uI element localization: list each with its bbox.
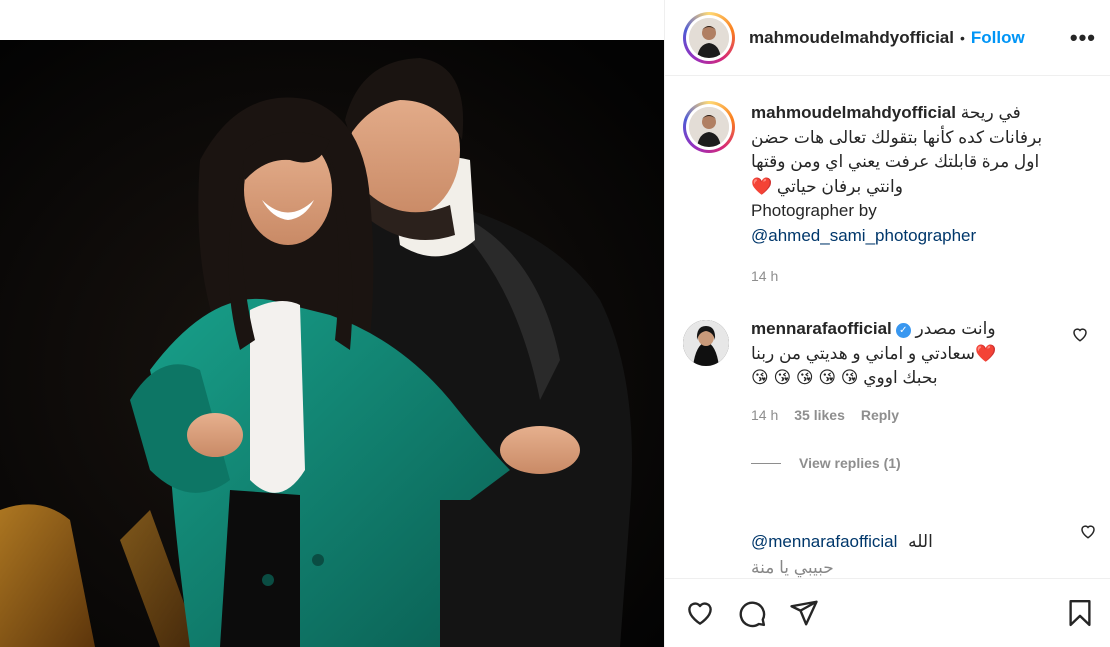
caption-avatar[interactable] [683, 101, 735, 153]
view-replies-button[interactable]: View replies (1) [751, 451, 1103, 476]
author-username[interactable]: mahmoudelmahdyofficial [749, 28, 954, 48]
comment-text-partial: حبيبي يا منة [751, 558, 834, 577]
comment-text: الله [908, 532, 933, 551]
caption: mahmoudelmahdyofficial في ريحة برفانات ك… [683, 101, 1093, 289]
caption-line-1: في ريحة [960, 103, 1021, 122]
comment-bubble-icon[interactable] [737, 598, 767, 628]
couple-photo-illustration [0, 40, 664, 647]
reply-button[interactable]: Reply [861, 403, 899, 428]
comments-area[interactable]: mahmoudelmahdyofficial في ريحة برفانات ك… [665, 77, 1110, 578]
caption-line-2: برفانات كده كأنها بتقولك تعالى هات حضن [751, 127, 1043, 147]
commenter-avatar[interactable] [683, 320, 729, 366]
caption-username[interactable]: mahmoudelmahdyofficial [751, 103, 956, 122]
post-side-panel: mahmoudelmahdyofficial • Follow ••• mahm… [664, 0, 1110, 647]
comment-like-heart-icon[interactable] [1071, 325, 1089, 343]
save-bookmark-icon[interactable] [1065, 598, 1095, 628]
commenter-username[interactable]: mennarafaofficial [751, 319, 892, 338]
post-header: mahmoudelmahdyofficial • Follow ••• [665, 0, 1110, 76]
follow-button[interactable]: Follow [971, 28, 1025, 48]
author-avatar-image [689, 17, 729, 58]
view-replies-label: View replies (1) [799, 455, 901, 471]
comment-mention-link[interactable]: @mennarafaofficial [751, 532, 897, 551]
photo-top-strip [0, 0, 664, 40]
caption-timestamp[interactable]: 14 h [751, 264, 1093, 289]
more-options-icon[interactable]: ••• [1070, 25, 1096, 51]
comment: @mennarafaofficial الله حبيبي يا منة [751, 530, 1091, 578]
post-action-bar [665, 578, 1110, 647]
comment-line-1: وانت مصدر [915, 319, 996, 338]
person-icon [683, 320, 729, 366]
comment-likes-count[interactable]: 35 likes [794, 403, 845, 428]
comment-line-3: 😘 😘 😘 😘 😘 بحبك اووي [751, 368, 938, 387]
post-photo[interactable] [0, 0, 664, 647]
comment-timestamp[interactable]: 14 h [751, 403, 778, 428]
separator-dot: • [959, 29, 965, 46]
instagram-post-viewer: mahmoudelmahdyofficial • Follow ••• mahm… [0, 0, 1110, 647]
replies-divider [751, 462, 781, 464]
person-icon [689, 17, 729, 58]
caption-line-4: وانتي برفان حياتي [776, 176, 903, 196]
photographer-credit: Photographer by [751, 201, 877, 220]
heart-emoji: ❤️ [751, 176, 773, 196]
caption-line-3: اول مرة قابلتك عرفت يعني اي ومن وقتها [751, 152, 1040, 171]
share-paper-plane-icon[interactable] [789, 598, 819, 628]
person-icon [689, 107, 729, 147]
comment-line-2: سعادتي و اماني و هديتي من ربنا❤️ [751, 343, 997, 363]
photographer-mention-link[interactable]: @ahmed_sami_photographer [751, 224, 1093, 249]
verified-badge-icon: ✓ [895, 323, 911, 338]
author-avatar[interactable] [683, 11, 735, 64]
comment-meta: 14 h 35 likes Reply [751, 403, 1103, 428]
comment: mennarafaofficial ✓ وانت مصدر سعادتي و ام… [683, 317, 1103, 476]
like-heart-icon[interactable] [685, 598, 715, 628]
